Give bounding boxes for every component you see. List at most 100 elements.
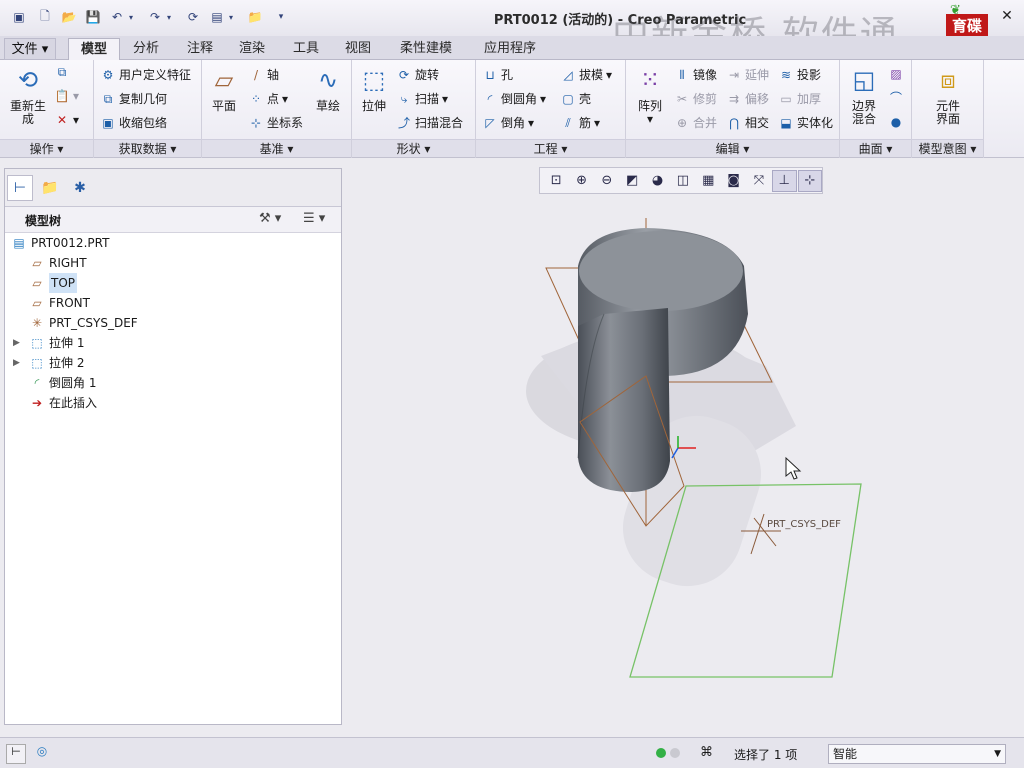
customize-toolbar-icon[interactable]: ▾ — [272, 8, 290, 26]
revolve-button[interactable]: ⟳ 旋转 — [396, 66, 439, 83]
merge-button[interactable]: ⊕ 合并 — [674, 114, 717, 131]
zoom-in-icon[interactable]: ⊕ — [569, 170, 593, 192]
save-icon[interactable]: 💾 — [84, 8, 102, 26]
spin-center-icon[interactable]: ⊹ — [797, 169, 823, 192]
regenerate-icon[interactable]: ⟳ — [184, 8, 202, 26]
plane-display-icon[interactable]: ⊥ — [772, 169, 797, 192]
tab-tools[interactable]: 工具 — [282, 38, 330, 60]
tree-item-extrude-1[interactable]: ⬚ 拉伸 1 — [29, 333, 84, 353]
tree-item-front-plane[interactable]: ▱ FRONT — [29, 293, 90, 313]
sweep-button[interactable]: ⤷ 扫描 ▾ — [396, 90, 448, 107]
zoom-out-icon[interactable]: ⊖ — [595, 170, 619, 192]
extrude-button[interactable]: ⬚ 拉伸 — [356, 64, 392, 113]
extend-button[interactable]: ⇥ 延伸 — [726, 66, 769, 83]
windows-dropdown-icon[interactable]: ▾ — [226, 8, 236, 26]
project-button[interactable]: ≋ 投影 — [778, 66, 821, 83]
copy-button[interactable]: ⧉ — [54, 64, 70, 80]
tree-item-right-plane[interactable]: ▱ RIGHT — [29, 253, 86, 273]
group-label-shapes[interactable]: 形状 ▾ — [352, 139, 475, 157]
axis-button[interactable]: / 轴 — [248, 66, 279, 83]
group-label-editing[interactable]: 编辑 ▾ — [626, 139, 839, 157]
close-window-icon[interactable]: 📁 — [246, 8, 264, 26]
saved-orientations-icon[interactable]: ◫ — [671, 170, 695, 192]
sketch-button[interactable]: ∿ 草绘 — [310, 64, 346, 113]
expand-arrow-icon[interactable]: ▶ — [13, 358, 20, 368]
group-label-operations[interactable]: 操作 ▾ — [0, 139, 93, 157]
tree-item-csys[interactable]: ✳ PRT_CSYS_DEF — [29, 313, 138, 333]
tab-render[interactable]: 渲染 — [228, 38, 276, 60]
group-label-model-intent[interactable]: 模型意图 ▾ — [912, 139, 983, 157]
delete-button[interactable]: ✕ ▾ — [54, 112, 79, 128]
tree-item-part[interactable]: ▤ PRT0012.PRT — [11, 233, 109, 253]
tab-applications[interactable]: 应用程序 — [472, 38, 548, 60]
tab-analysis[interactable]: 分析 — [122, 38, 170, 60]
shrinkwrap-button[interactable]: ▣ 收缩包络 — [100, 114, 167, 131]
graphics-viewport[interactable]: PRT_CSYS_DEF — [346, 196, 1024, 736]
perspective-icon[interactable]: ◙ — [721, 170, 745, 192]
selection-filter-dropdown[interactable]: 智能 ▼ — [828, 744, 1006, 764]
mirror-button[interactable]: ⫴ 镜像 — [674, 66, 717, 83]
tab-model[interactable]: 模型 — [68, 38, 120, 60]
offset-button[interactable]: ⇉ 偏移 — [726, 90, 769, 107]
rib-button[interactable]: ⫽ 筋 ▾ — [560, 114, 600, 131]
tree-columns-icon[interactable]: ☰ ▾ — [303, 211, 325, 226]
shell-button[interactable]: ▢ 壳 — [560, 90, 591, 107]
component-interface-button[interactable]: ⧈ 元件界面 — [926, 64, 970, 126]
close-icon[interactable]: ✕ — [998, 8, 1016, 26]
solidify-button[interactable]: ⬓ 实体化 — [778, 114, 833, 131]
tab-flexible-modeling[interactable]: 柔性建模 — [388, 38, 464, 60]
point-button[interactable]: ⁘ 点 ▾ — [248, 90, 288, 107]
tab-view[interactable]: 视图 — [334, 38, 382, 60]
favorites-tab-icon[interactable]: ✱ — [67, 175, 93, 201]
swept-blend-button[interactable]: ⤴ 扫描混合 — [396, 114, 463, 131]
group-label-surfaces[interactable]: 曲面 ▾ — [840, 139, 911, 157]
group-label-get-data[interactable]: 获取数据 ▾ — [94, 139, 201, 157]
fill-button[interactable]: ▨ — [888, 66, 904, 82]
udf-button[interactable]: ⚙ 用户定义特征 — [100, 66, 191, 83]
csys-button[interactable]: ⊹ 坐标系 — [248, 114, 303, 131]
tree-settings-icon[interactable]: ⚒ ▾ — [259, 211, 281, 226]
datum-display-icon[interactable]: ⤧ — [747, 170, 771, 192]
refit-icon[interactable]: ⊡ — [544, 170, 568, 192]
repaint-icon[interactable]: ◩ — [620, 170, 644, 192]
tree-item-insert-here[interactable]: ➔ 在此插入 — [29, 393, 97, 413]
paste-button[interactable]: 📋 ▾ — [54, 88, 80, 104]
regenerate-button[interactable]: ⟲ 重新生成 — [6, 64, 50, 126]
trim-button[interactable]: ✂ 修剪 — [674, 90, 717, 107]
toggle-navigator-icon[interactable]: ⊢ — [6, 744, 26, 764]
draft-button[interactable]: ◿ 拔模 ▾ — [560, 66, 612, 83]
view-manager-icon[interactable]: ▦ — [696, 170, 720, 192]
redo-dropdown-icon[interactable]: ▾ — [164, 8, 174, 26]
tree-item-extrude-2[interactable]: ⬚ 拉伸 2 — [29, 353, 84, 373]
chamfer-button[interactable]: ◸ 倒角 ▾ — [482, 114, 534, 131]
open-folder-icon[interactable]: 📂 — [60, 8, 78, 26]
thicken-button[interactable]: ▭ 加厚 — [778, 90, 821, 107]
style-button[interactable]: ⌒ — [888, 90, 904, 106]
display-style-icon[interactable]: ◕ — [645, 170, 669, 192]
copy-geometry-button[interactable]: ⧉ 复制几何 — [100, 90, 167, 107]
pattern-button[interactable]: ⁙ 阵列 ▾ — [630, 64, 670, 126]
new-file-icon[interactable]: 🗋 — [36, 8, 54, 26]
browser-icon[interactable]: ◎ — [32, 744, 52, 764]
freestyle-button[interactable]: ● — [888, 114, 904, 130]
undo-icon[interactable]: ↶ — [108, 8, 126, 26]
model-tree-tab-icon[interactable]: ⊢ — [7, 175, 33, 201]
redo-icon[interactable]: ↷ — [146, 8, 164, 26]
intersect-icon: ⋂ — [729, 115, 739, 130]
undo-dropdown-icon[interactable]: ▾ — [126, 8, 136, 26]
tree-item-top-plane[interactable]: ▱ TOP — [29, 273, 78, 293]
windows-icon[interactable]: ▤ — [208, 8, 226, 26]
tab-annotate[interactable]: 注释 — [176, 38, 224, 60]
group-label-engineering[interactable]: 工程 ▾ — [476, 139, 625, 157]
folder-browser-tab-icon[interactable]: 📁 — [37, 175, 63, 201]
group-label-datum[interactable]: 基准 ▾ — [202, 139, 351, 157]
find-icon[interactable]: ⌘ — [700, 745, 713, 760]
expand-arrow-icon[interactable]: ▶ — [13, 338, 20, 348]
tab-file[interactable]: 文件 ▾ — [4, 38, 56, 60]
hole-button[interactable]: ⊔ 孔 — [482, 66, 513, 83]
tree-item-round-1[interactable]: ◜ 倒圆角 1 — [29, 373, 97, 393]
boundary-blend-button[interactable]: ◱ 边界混合 — [844, 64, 884, 126]
plane-button[interactable]: ▱ 平面 — [206, 64, 242, 113]
intersect-button[interactable]: ⋂ 相交 — [726, 114, 769, 131]
round-button[interactable]: ◜ 倒圆角 ▾ — [482, 90, 546, 107]
